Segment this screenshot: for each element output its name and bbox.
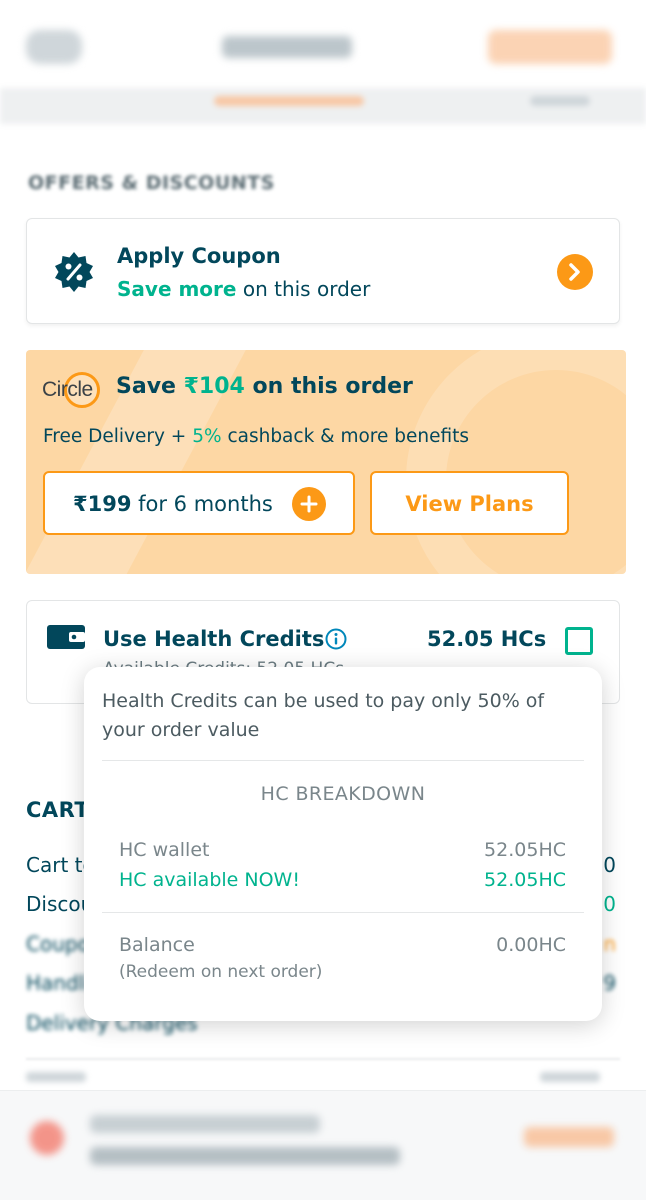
coupon-suffix: on this order bbox=[236, 277, 371, 301]
header-action-button[interactable] bbox=[488, 30, 612, 64]
plan-duration: for 6 months bbox=[131, 492, 273, 516]
cart-total-row bbox=[26, 1070, 620, 1086]
benefits-prefix: Free Delivery + bbox=[43, 426, 193, 447]
view-plans-button[interactable]: View Plans bbox=[370, 471, 569, 535]
hc-available-label: HC available NOW! bbox=[119, 869, 300, 891]
coupon-highlight: Save more bbox=[117, 277, 237, 301]
circle-benefits-text: Free Delivery + 5% cashback & more benef… bbox=[43, 426, 469, 447]
health-credits-tooltip: Health Credits can be used to pay only 5… bbox=[84, 667, 602, 1021]
hc-balance-label: Balance bbox=[119, 934, 195, 956]
plan-label: ₹199 for 6 months bbox=[73, 492, 273, 516]
chevron-right-icon bbox=[569, 263, 580, 281]
hc-breakdown-title: HC BREAKDOWN bbox=[260, 783, 426, 805]
info-icon[interactable] bbox=[325, 628, 347, 650]
delivery-address bbox=[90, 1147, 400, 1165]
subbar-meta bbox=[530, 96, 590, 106]
circle-savings-text: Save ₹104 on this order bbox=[116, 374, 413, 399]
savings-suffix: on this order bbox=[244, 374, 413, 399]
tooltip-divider bbox=[102, 912, 584, 913]
plus-icon bbox=[300, 495, 318, 513]
cart-total-value bbox=[540, 1072, 600, 1082]
coupon-title: Apply Coupon bbox=[117, 244, 281, 268]
menu-button[interactable] bbox=[26, 30, 82, 64]
hc-balance-value: 0.00HC bbox=[496, 934, 566, 956]
health-credits-amount: 52.05 HCs bbox=[427, 627, 547, 651]
circle-logo: Circle bbox=[42, 370, 102, 410]
add-circle-plan-button[interactable]: ₹199 for 6 months bbox=[43, 471, 355, 535]
tooltip-divider bbox=[102, 760, 584, 761]
plan-price: ₹199 bbox=[73, 492, 132, 516]
tooltip-message: Health Credits can be used to pay only 5… bbox=[102, 690, 545, 741]
hc-available-value: 52.05HC bbox=[484, 869, 566, 891]
cart-row-value: 9 bbox=[603, 971, 616, 995]
change-address-button[interactable] bbox=[524, 1127, 614, 1147]
top-header bbox=[0, 0, 646, 96]
add-plan-plus bbox=[292, 487, 326, 521]
subbar-highlight bbox=[214, 96, 364, 106]
cart-row-value: n bbox=[603, 932, 616, 956]
hc-balance-note: (Redeem on next order) bbox=[119, 962, 323, 982]
cart-summary-title: CART bbox=[26, 798, 90, 822]
health-credits-title: Use Health Credits bbox=[103, 627, 325, 651]
coupon-badge-icon bbox=[55, 252, 93, 292]
hc-wallet-label: HC wallet bbox=[119, 839, 210, 861]
header-title bbox=[222, 36, 352, 58]
header-subbar bbox=[0, 88, 646, 124]
savings-prefix: Save bbox=[116, 374, 184, 399]
hc-wallet-value: 52.05HC bbox=[484, 839, 566, 861]
health-credits-checkbox[interactable] bbox=[565, 627, 593, 655]
cart-divider bbox=[26, 1058, 620, 1060]
location-pin-icon bbox=[30, 1121, 64, 1155]
benefits-cashback: 5% bbox=[192, 426, 222, 447]
coupon-subtitle: Save more on this order bbox=[117, 277, 370, 301]
wallet-icon bbox=[47, 625, 85, 649]
savings-amount: ₹104 bbox=[183, 374, 245, 399]
circle-membership-card: Circle Save ₹104 on this order Free Deli… bbox=[26, 350, 626, 574]
benefits-suffix: cashback & more benefits bbox=[221, 426, 470, 447]
apply-coupon-card[interactable]: Apply Coupon Save more on this order bbox=[26, 218, 620, 324]
circle-decor-ring bbox=[406, 350, 626, 574]
coupon-arrow-button[interactable] bbox=[557, 254, 593, 290]
delivery-address-bar bbox=[0, 1090, 646, 1200]
cart-total-label bbox=[26, 1072, 86, 1082]
delivery-name bbox=[90, 1115, 320, 1133]
view-plans-label: View Plans bbox=[405, 492, 534, 516]
offers-section-title: OFFERS & DISCOUNTS bbox=[28, 172, 275, 194]
circle-logo-text: Circle bbox=[42, 378, 93, 401]
